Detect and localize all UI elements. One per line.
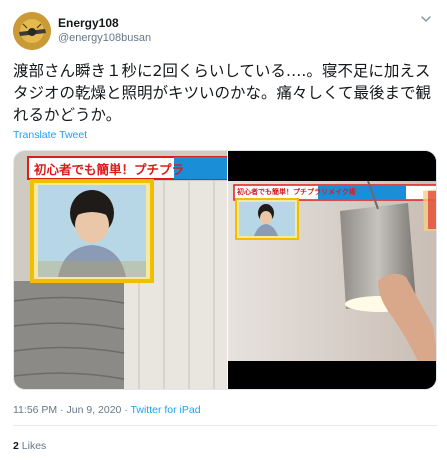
tweet-timestamp[interactable]: 11:56 PM · Jun 9, 2020	[13, 404, 121, 416]
likes-stat[interactable]: 2 Likes	[13, 440, 46, 452]
tweet-text: 渡部さん瞬き１秒に2回くらいしている….。寝不足に加えスタジオの乾燥と照明がキツ…	[13, 62, 432, 124]
likes-count: 2	[13, 440, 19, 452]
user-handle[interactable]: @energy108busan	[58, 32, 151, 44]
translate-tweet-link[interactable]: Translate Tweet	[13, 129, 87, 141]
tweet-media[interactable]: 初心者でも簡単！プチプラ 初心者でも簡単！プチプラリメイク術	[13, 150, 437, 390]
likes-label: Likes	[21, 440, 47, 452]
display-name[interactable]: Energy108	[58, 16, 119, 30]
divider	[13, 425, 437, 426]
media-photo-right[interactable]: 初心者でも簡単！プチプラリメイク術	[228, 151, 436, 389]
avatar[interactable]	[13, 12, 51, 50]
media-photo-left[interactable]: 初心者でも簡単！プチプラ	[14, 151, 227, 389]
left-banner-text: 初心者でも簡単！プチプラ	[34, 162, 185, 177]
right-banner-text: 初心者でも簡単！プチプラリメイク術	[237, 188, 356, 196]
chevron-down-icon[interactable]	[419, 12, 433, 26]
tweet-header: Energy108 @energy108busan	[13, 12, 433, 52]
avatar-image	[13, 12, 51, 50]
meta-separator: ·	[124, 404, 128, 416]
tweet-source[interactable]: Twitter for iPad	[131, 404, 201, 416]
tv-screenshot-left	[14, 151, 227, 389]
tweet-meta: 11:56 PM · Jun 9, 2020 · Twitter for iPa…	[13, 404, 201, 416]
